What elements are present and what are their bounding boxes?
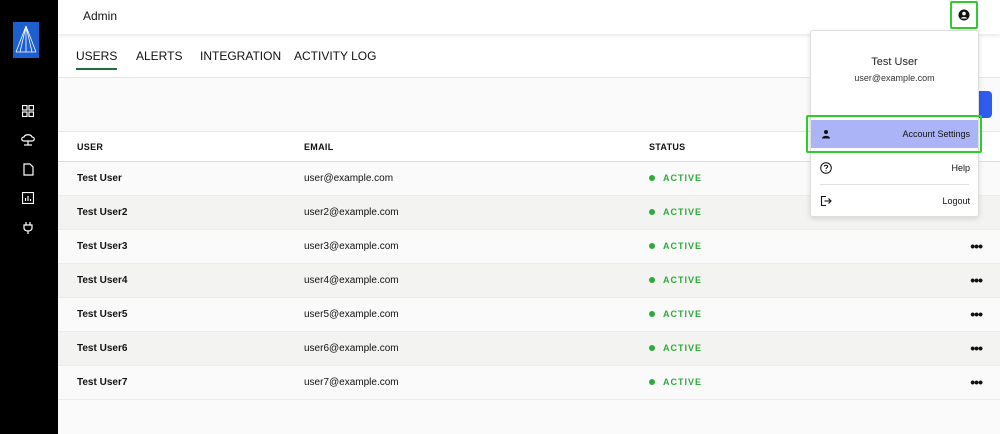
user-name-cell: Test User7 <box>77 377 128 388</box>
status-badge: ACTIVE <box>649 377 702 387</box>
dashboard-icon[interactable] <box>20 103 36 119</box>
column-header-status[interactable]: STATUS <box>649 142 685 152</box>
row-actions-more-icon[interactable]: ••• <box>970 238 983 254</box>
status-label: ACTIVE <box>663 343 703 353</box>
status-label: ACTIVE <box>663 173 703 183</box>
user-name-cell: Test User <box>77 173 122 184</box>
user-name-cell: Test User5 <box>77 309 128 320</box>
app-logo[interactable] <box>13 22 39 58</box>
table-row[interactable]: Test User5 user5@example.com ACTIVE ••• <box>58 298 1000 332</box>
document-icon[interactable] <box>20 161 36 177</box>
user-name-cell: Test User2 <box>77 207 128 218</box>
top-bar: Admin <box>58 0 1000 34</box>
user-menu-button[interactable] <box>950 1 978 29</box>
table-row[interactable]: Test User7 user7@example.com ACTIVE ••• <box>58 366 1000 400</box>
status-badge: ACTIVE <box>649 343 702 353</box>
help-icon <box>820 162 832 174</box>
cloud-network-icon[interactable] <box>20 132 36 148</box>
tab-alerts[interactable]: ALERTS <box>136 49 182 63</box>
status-label: ACTIVE <box>663 207 703 217</box>
menu-item-help[interactable]: Help <box>811 154 978 182</box>
menu-divider <box>820 184 969 185</box>
column-header-email[interactable]: EMAIL <box>304 142 334 152</box>
status-badge: ACTIVE <box>649 275 702 285</box>
table-row[interactable]: Test User3 user3@example.com ACTIVE ••• <box>58 230 1000 264</box>
row-actions-more-icon[interactable]: ••• <box>970 340 983 356</box>
menu-item-label: Help <box>951 163 970 173</box>
status-dot-icon <box>649 277 655 283</box>
row-actions-more-icon[interactable]: ••• <box>970 374 983 390</box>
status-dot-icon <box>649 379 655 385</box>
status-badge: ACTIVE <box>649 241 702 251</box>
status-label: ACTIVE <box>663 275 703 285</box>
email-cell: user4@example.com <box>304 275 399 286</box>
column-header-user[interactable]: USER <box>77 142 103 152</box>
status-badge: ACTIVE <box>649 309 702 319</box>
email-cell: user5@example.com <box>304 309 399 320</box>
dropdown-user-name: Test User <box>871 56 918 68</box>
user-dropdown-menu: Test User user@example.com Account Setti… <box>810 30 979 217</box>
status-dot-icon <box>649 175 655 181</box>
email-cell: user3@example.com <box>304 241 399 252</box>
menu-item-account-settings[interactable]: Account Settings <box>811 120 978 148</box>
email-cell: user2@example.com <box>304 207 399 218</box>
tab-integration[interactable]: INTEGRATION <box>200 49 281 63</box>
status-dot-icon <box>649 345 655 351</box>
email-cell: user@example.com <box>304 173 394 184</box>
user-name-cell: Test User6 <box>77 343 128 354</box>
menu-item-label: Logout <box>942 196 970 206</box>
menu-item-logout[interactable]: Logout <box>811 187 978 215</box>
status-label: ACTIVE <box>663 309 703 319</box>
status-badge: ACTIVE <box>649 173 702 183</box>
plug-icon[interactable] <box>20 220 36 236</box>
email-cell: user6@example.com <box>304 343 399 354</box>
menu-item-label: Account Settings <box>902 129 970 139</box>
tab-activity-log[interactable]: ACTIVITY LOG <box>294 49 376 63</box>
page-title: Admin <box>83 9 118 23</box>
report-icon[interactable] <box>20 190 36 206</box>
status-dot-icon <box>649 209 655 215</box>
user-avatar-icon <box>958 9 970 21</box>
table-row[interactable]: Test User4 user4@example.com ACTIVE ••• <box>58 264 1000 298</box>
logout-icon <box>820 195 832 207</box>
row-actions-more-icon[interactable]: ••• <box>970 306 983 322</box>
status-dot-icon <box>649 311 655 317</box>
sidebar <box>0 0 58 434</box>
tab-users[interactable]: USERS <box>76 49 118 70</box>
status-badge: ACTIVE <box>649 207 702 217</box>
user-name-cell: Test User3 <box>77 241 128 252</box>
row-actions-more-icon[interactable]: ••• <box>970 272 983 288</box>
person-icon <box>820 128 832 140</box>
table-row[interactable]: Test User6 user6@example.com ACTIVE ••• <box>58 332 1000 366</box>
status-label: ACTIVE <box>663 377 703 387</box>
status-dot-icon <box>649 243 655 249</box>
status-label: ACTIVE <box>663 241 703 251</box>
email-cell: user7@example.com <box>304 377 399 388</box>
dropdown-user-email: user@example.com <box>854 73 935 83</box>
user-name-cell: Test User4 <box>77 275 128 286</box>
